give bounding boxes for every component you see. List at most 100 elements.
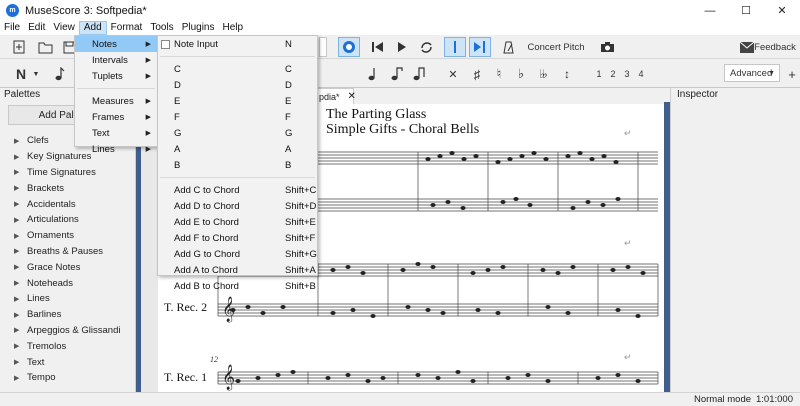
loop-out-icon[interactable] bbox=[469, 37, 491, 57]
add-d-to-chord-item[interactable]: Add D to Chord Shift+D bbox=[158, 198, 317, 214]
maximize-button[interactable]: ☐ bbox=[728, 0, 764, 21]
note-b-item[interactable]: BB bbox=[158, 157, 317, 173]
sixteenth-note-icon[interactable] bbox=[410, 65, 428, 83]
add-g-to-chord-item[interactable]: Add G to Chord Shift+G bbox=[158, 246, 317, 262]
menu-separator bbox=[77, 88, 155, 89]
score-tab-label: pdia* bbox=[319, 91, 340, 102]
palette-item[interactable]: ▶ Text bbox=[0, 354, 136, 370]
expand-arrow-icon: ▶ bbox=[14, 374, 20, 382]
palette-item[interactable]: ▶ Articulations bbox=[0, 212, 136, 228]
sharp-icon[interactable]: ♯ bbox=[470, 65, 484, 83]
note-input-toggle[interactable]: Note Input N bbox=[158, 36, 317, 52]
palette-item[interactable]: ▶ Barlines bbox=[0, 307, 136, 323]
duration-icon[interactable] bbox=[52, 65, 68, 83]
add-menu-frames[interactable]: Frames ▶ bbox=[75, 109, 157, 125]
menu-view[interactable]: View bbox=[49, 21, 79, 35]
play-icon[interactable] bbox=[394, 39, 410, 55]
add-menu-lines[interactable]: Lines ▶ bbox=[75, 141, 157, 157]
open-folder-icon[interactable] bbox=[36, 39, 54, 55]
window-title: MuseScore 3: Softpedia* bbox=[25, 4, 147, 17]
staff-label[interactable]: T. Rec. 2 bbox=[164, 300, 207, 315]
chevron-down-icon[interactable]: ▼ bbox=[31, 65, 41, 83]
add-menu-tuplets[interactable]: Tuplets ▶ bbox=[75, 68, 157, 84]
palette-list: ▶ Clefs ▶ Key Signatures ▶ Time Signatures … bbox=[0, 133, 136, 386]
camera-icon[interactable] bbox=[598, 39, 616, 55]
add-a-to-chord-item[interactable]: Add A to Chord Shift+A bbox=[158, 262, 317, 278]
loop-icon[interactable] bbox=[418, 39, 434, 55]
voice-2-button[interactable]: 2 bbox=[608, 65, 618, 83]
loop-in-icon[interactable] bbox=[444, 37, 466, 57]
add-e-to-chord-item[interactable]: Add E to Chord Shift+E bbox=[158, 214, 317, 230]
menu-add[interactable]: Add bbox=[78, 21, 107, 35]
palette-item[interactable]: ▶ Breaths & Pauses bbox=[0, 244, 136, 260]
new-score-icon[interactable] bbox=[10, 39, 28, 55]
palette-item[interactable]: ▶ Lines bbox=[0, 291, 136, 307]
palette-item[interactable]: ▶ Arpeggios & Glissandi bbox=[0, 323, 136, 339]
add-c-to-chord-item[interactable]: Add C to Chord Shift+C bbox=[158, 182, 317, 198]
score-tab[interactable]: pdia* ✕ bbox=[314, 88, 356, 104]
workspace-select[interactable]: Advanced ▼ bbox=[724, 64, 780, 82]
add-f-to-chord-item[interactable]: Add F to Chord Shift+F bbox=[158, 230, 317, 246]
note-g-item[interactable]: GG bbox=[158, 125, 317, 141]
voice-3-button[interactable]: 3 bbox=[622, 65, 632, 83]
menu-help[interactable]: Help bbox=[219, 21, 248, 35]
add-menu-notes[interactable]: Notes ▶ bbox=[75, 36, 157, 52]
submenu-arrow-icon: ▶ bbox=[145, 114, 151, 121]
note-f-item[interactable]: FF bbox=[158, 109, 317, 125]
note-c-item[interactable]: CC bbox=[158, 61, 317, 77]
double-flat-2-icon[interactable]: ♭♭ bbox=[534, 65, 550, 83]
rewind-icon[interactable] bbox=[370, 39, 386, 55]
note-d-item[interactable]: DD bbox=[158, 77, 317, 93]
expand-arrow-icon: ▶ bbox=[14, 216, 20, 224]
metronome-icon[interactable] bbox=[500, 39, 516, 55]
checkbox-icon[interactable] bbox=[161, 39, 170, 49]
close-tab-icon[interactable]: ✕ bbox=[348, 91, 356, 102]
eighth-note-icon[interactable] bbox=[388, 65, 406, 83]
double-flat-icon[interactable]: ✕ bbox=[446, 65, 460, 83]
menu-format[interactable]: Format bbox=[107, 21, 147, 35]
menu-plugins[interactable]: Plugins bbox=[178, 21, 219, 35]
expand-arrow-icon: ▶ bbox=[14, 359, 20, 367]
minimize-button[interactable]: — bbox=[692, 0, 728, 21]
add-menu-measures[interactable]: Measures ▶ bbox=[75, 93, 157, 109]
palette-item[interactable]: ▶ Ornaments bbox=[0, 228, 136, 244]
palette-item[interactable]: ▶ Time Signatures bbox=[0, 165, 136, 181]
voice-1-button[interactable]: 1 bbox=[594, 65, 604, 83]
flip-direction-icon[interactable]: ↕ bbox=[560, 65, 574, 83]
palette-item[interactable]: ▶ Accidentals bbox=[0, 196, 136, 212]
expand-arrow-icon: ▶ bbox=[14, 295, 20, 303]
flat-icon[interactable]: ♭ bbox=[514, 65, 528, 83]
voice-4-button[interactable]: 4 bbox=[636, 65, 646, 83]
note-input-mode-button[interactable]: N bbox=[12, 65, 30, 83]
concert-pitch-button[interactable]: Concert Pitch bbox=[526, 39, 586, 55]
beam-note-icon[interactable] bbox=[366, 65, 380, 83]
palette-item[interactable]: ▶ Brackets bbox=[0, 180, 136, 196]
playback-metronome-icon[interactable] bbox=[338, 37, 360, 57]
musescore-logo-icon: m bbox=[6, 4, 19, 17]
add-menu-text[interactable]: Text ▶ bbox=[75, 125, 157, 141]
natural-icon[interactable]: ♮ bbox=[492, 65, 506, 83]
palette-item[interactable]: ▶ Noteheads bbox=[0, 275, 136, 291]
palette-item[interactable]: ▶ Tremolos bbox=[0, 338, 136, 354]
add-menu-intervals[interactable]: Intervals ▶ bbox=[75, 52, 157, 68]
menu-file[interactable]: File bbox=[0, 21, 24, 35]
expand-arrow-icon: ▶ bbox=[14, 311, 20, 319]
submenu-arrow-icon: ▶ bbox=[145, 73, 151, 80]
expand-arrow-icon: ▶ bbox=[14, 232, 20, 240]
inspector-panel: Inspector bbox=[670, 88, 800, 392]
submenu-arrow-icon: ▶ bbox=[145, 146, 151, 153]
zoom-field[interactable] bbox=[319, 37, 327, 57]
palette-item[interactable]: ▶ Grace Notes bbox=[0, 259, 136, 275]
menu-tools[interactable]: Tools bbox=[146, 21, 177, 35]
feedback-button[interactable]: Feedback bbox=[754, 39, 796, 55]
palette-item[interactable]: ▶ Tempo bbox=[0, 370, 136, 386]
staff-label[interactable]: T. Rec. 1 bbox=[164, 370, 207, 385]
close-button[interactable]: ✕ bbox=[764, 0, 800, 21]
note-e-item[interactable]: EE bbox=[158, 93, 317, 109]
note-a-item[interactable]: AA bbox=[158, 141, 317, 157]
add-workspace-button[interactable]: + bbox=[786, 65, 798, 83]
expand-arrow-icon: ▶ bbox=[14, 248, 20, 256]
expand-arrow-icon: ▶ bbox=[14, 264, 20, 272]
add-b-to-chord-item[interactable]: Add B to Chord Shift+B bbox=[158, 278, 317, 294]
menu-edit[interactable]: Edit bbox=[24, 21, 49, 35]
